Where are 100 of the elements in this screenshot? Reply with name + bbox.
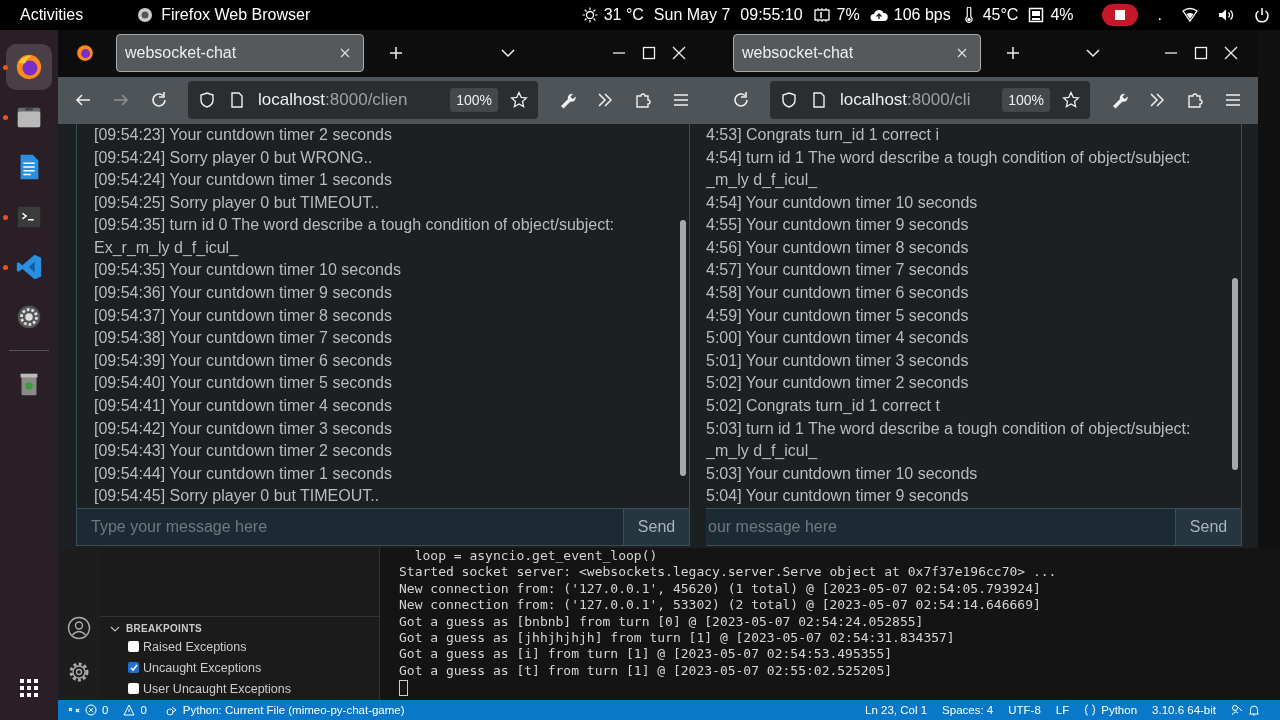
reload-icon[interactable]: [732, 91, 750, 110]
firefox-icon: [76, 44, 94, 63]
puzzle-icon[interactable]: [634, 91, 652, 110]
chat-message: [09:54:35] Your cuntdown timer 10 seconds: [94, 260, 402, 281]
braces-icon[interactable]: [1084, 704, 1097, 716]
indentation-setting[interactable]: Spaces: 4: [942, 704, 994, 716]
bell-icon[interactable]: [1248, 704, 1260, 716]
chat-message: [09:54:25] Sorry player 0 but TIMEOUT..: [94, 192, 381, 213]
activities-button[interactable]: Activities: [20, 6, 84, 24]
chat-message: [09:54:23] Your cuntdown timer 2 seconds: [94, 124, 393, 145]
checkbox[interactable]: [128, 662, 139, 673]
close-icon[interactable]: [672, 46, 686, 61]
firefox-icon: [14, 52, 44, 82]
scrollbar[interactable]: [1232, 277, 1238, 470]
error-count[interactable]: 0: [102, 704, 109, 716]
chat-message: 5:03] Your cuntdown timer 10 seconds: [706, 463, 979, 484]
shield-icon[interactable]: [198, 91, 216, 110]
send-button[interactable]: Send: [624, 508, 690, 546]
running-indicator: [3, 115, 8, 120]
terminal-line: New connection from: ('127.0.0.1', 45620) (1 total) @ [2023-05-07 02:54:05.793924]: [399, 580, 1042, 598]
debug-icon[interactable]: [165, 704, 178, 716]
feedback-icon[interactable]: [1231, 704, 1243, 716]
terminal-line: loop = asyncio.get_event_loop(): [413, 548, 659, 565]
tab-title: websocket-chat: [125, 44, 237, 63]
close-icon[interactable]: [1224, 46, 1238, 61]
indicator-dot[interactable]: .: [1157, 6, 1162, 24]
running-indicator: [3, 65, 8, 70]
weather-reading: 31 °C: [603, 6, 644, 24]
chat-message: [09:54:44] Your cuntdown timer 1 seconds: [94, 463, 393, 484]
error-icon[interactable]: [85, 704, 97, 716]
python-interpreter[interactable]: 3.10.6 64-bit: [1152, 704, 1216, 716]
memory-reading: 4%: [1050, 6, 1074, 24]
chat-message: 5:02] Your cuntdown timer 2 seconds: [706, 373, 970, 394]
wifi-icon[interactable]: [1182, 7, 1198, 23]
checkbox[interactable]: [128, 641, 139, 652]
language-mode[interactable]: Python: [1101, 704, 1138, 716]
chat-message: 5:03] turn id 1 The word describe a tough condition of object/subject: _m_ly d_f_icul_: [706, 418, 1192, 462]
new-tab-icon[interactable]: [1005, 45, 1021, 62]
page-icon[interactable]: [228, 91, 246, 110]
memory-icon: [1028, 7, 1045, 23]
settings-icon[interactable]: [67, 660, 91, 684]
chat-message: [09:54:37] Your cuntdown timer 8 seconds: [94, 305, 393, 326]
breakpoint-label: User Uncaught Exceptions: [143, 681, 291, 696]
chat-message: 4:54] turn id 1 The word describe a tough condition of object/subject: _m_ly d_f_icul_: [706, 147, 1192, 191]
browser-tab[interactable]: websocket-chat: [733, 34, 981, 73]
date-text[interactable]: Sun May 7: [653, 6, 731, 24]
account-icon[interactable]: [67, 616, 91, 640]
running-indicator: [3, 215, 8, 220]
debug-configuration[interactable]: Python: Current File (mimeo-py-chat-game): [182, 704, 405, 716]
cursor-position[interactable]: Ln 23, Col 1: [865, 704, 928, 716]
network-reading: 106 bps: [893, 6, 951, 24]
clock-text[interactable]: 09:55:10: [740, 6, 803, 24]
chat-message: 4:57] Your cuntdown timer 7 seconds: [706, 260, 970, 281]
dock-item[interactable]: [6, 44, 52, 90]
terminal-line: Started socket server: <websockets.legacy.server.Serve object at 0x7f37e196cc70> ...: [399, 564, 1058, 581]
puzzle-icon[interactable]: [1186, 91, 1204, 110]
chat-message: [09:54:24] Sorry player 0 but WRONG..: [94, 147, 374, 168]
power-icon[interactable]: [1254, 7, 1270, 23]
chat-message: 4:58] Your cuntdown timer 6 seconds: [706, 283, 970, 304]
volume-icon[interactable]: [1218, 7, 1234, 23]
message-field[interactable]: our message here: [706, 508, 1176, 546]
star-icon[interactable]: [510, 91, 528, 110]
browser-tab[interactable]: websocket-chat: [116, 34, 364, 73]
breakpoints-header[interactable]: BREAKPOINTS: [100, 616, 379, 636]
address-bar[interactable]: localhost:8000/cli 100%: [770, 81, 1090, 120]
cpu-reading: 7%: [836, 6, 860, 24]
breakpoint-label: Raised Exceptions: [143, 639, 247, 654]
chat-message: [09:54:36] Your cuntdown timer 9 seconds: [94, 283, 393, 304]
running-indicator: [3, 265, 8, 270]
address-bar[interactable]: localhost:8000/clien 100%: [188, 81, 538, 120]
zoom-level-button[interactable]: 100%: [1002, 88, 1050, 113]
terminal-line: Got a guess as [t] from turn [1] @ [2023-05-07 02:55:02.525205]: [399, 662, 894, 680]
send-button[interactable]: Send: [1176, 508, 1242, 546]
line-ending-setting[interactable]: LF: [1055, 704, 1070, 716]
warning-icon[interactable]: [123, 704, 136, 716]
recording-indicator[interactable]: [1101, 4, 1138, 26]
page-icon[interactable]: [810, 91, 828, 110]
zoom-level-button[interactable]: 100%: [450, 88, 498, 113]
terminal-line: New connection from: ('127.0.0.1', 53302) (2 total) @ [2023-05-07 02:54:14.646669]: [399, 597, 1042, 614]
chat-message: [09:54:40] Your cuntdown timer 5 seconds: [94, 373, 393, 394]
app-grid-icon[interactable]: [19, 678, 39, 698]
shield-icon[interactable]: [780, 91, 798, 110]
chat-message: 4:55] Your cuntdown timer 9 seconds: [706, 215, 970, 236]
warning-count[interactable]: 0: [140, 704, 147, 716]
encoding-setting[interactable]: UTF-8: [1008, 704, 1041, 716]
reload-icon[interactable]: [150, 91, 168, 110]
checkbox[interactable]: [128, 683, 139, 694]
maximize-icon[interactable]: [1194, 46, 1208, 61]
chat-message: 5:04] Your cuntdown timer 9 seconds: [706, 486, 970, 507]
url-text: localhost:8000/cli: [840, 90, 972, 111]
terminal-cursor: [399, 680, 408, 697]
app-name[interactable]: Firefox Web Browser: [161, 6, 311, 24]
chat-message: 5:02] Congrats turn_id 1 correct t: [706, 396, 941, 417]
new-tab-icon[interactable]: [388, 45, 404, 62]
scrollbar[interactable]: [680, 219, 686, 476]
chat-message: [09:54:39] Your cuntdown timer 6 seconds: [94, 350, 393, 371]
star-icon[interactable]: [1062, 91, 1080, 110]
terminal-line: Got a guess as [i] from turn [1] @ [2023-05-07 02:54:53.495355]: [399, 646, 894, 663]
message-field[interactable]: Type your message here: [76, 508, 624, 546]
maximize-icon[interactable]: [642, 46, 656, 61]
